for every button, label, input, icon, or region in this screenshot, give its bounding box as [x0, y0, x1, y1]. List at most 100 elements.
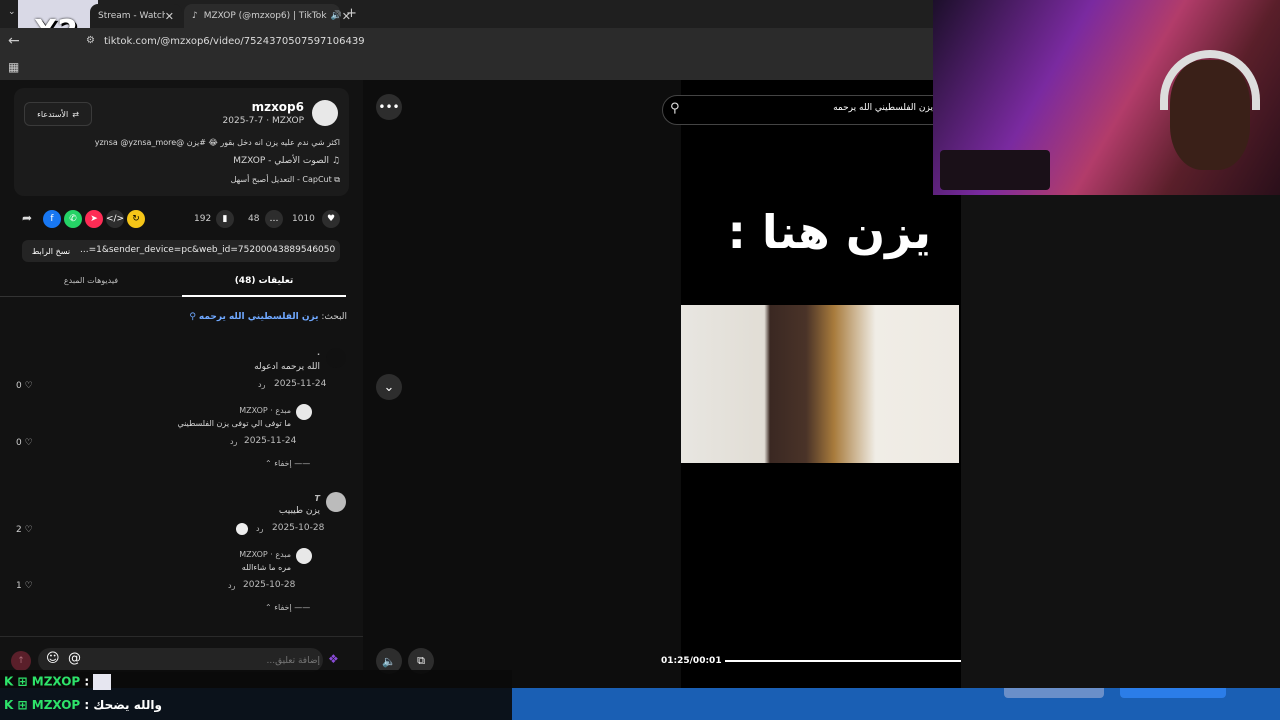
tab-label: MZXOP (@mzxop6) | TikTok — [203, 11, 327, 21]
tab-label: Stream - Watch l — [98, 11, 165, 21]
send-icon: ➤ — [90, 214, 98, 224]
heart-outline-icon: ♡ — [24, 525, 33, 535]
right-blank-area — [961, 195, 1280, 688]
whatsapp-button[interactable]: ✆ — [64, 210, 82, 228]
search-hint[interactable]: البحث: يزن الفلسطيني الله يرحمه ⚲ — [22, 312, 347, 322]
browser-tab-tiktok[interactable]: ♪ MZXOP (@mzxop6) | TikTok 🔊 ✕ — [184, 4, 351, 28]
capcut-row[interactable]: ⧉ CapCut - التعديل أصبح أسهل — [22, 175, 340, 185]
tab-list-chevron-icon[interactable]: ⌄ — [8, 7, 16, 17]
reply-author[interactable]: MZXOP · مبدع — [200, 550, 291, 559]
reply-author[interactable]: MZXOP · مبدع — [200, 406, 291, 415]
comment-button[interactable]: … — [265, 210, 283, 228]
emoji-icon[interactable]: ☺ — [46, 651, 60, 666]
reply-link[interactable]: رد — [256, 524, 263, 533]
creator-avatar[interactable] — [312, 100, 338, 126]
like-count-value: 2 — [16, 525, 22, 535]
reply-link[interactable]: رد — [228, 581, 235, 590]
copy-link-button[interactable]: نسخ الرابط — [26, 244, 76, 260]
bookmark-icon: ▮ — [222, 214, 228, 224]
share-coin-button[interactable]: ↻ — [127, 210, 145, 228]
share-friends-button[interactable]: ➤ — [85, 210, 103, 228]
avatar[interactable] — [326, 492, 346, 512]
back-arrow-icon[interactable]: ← — [8, 33, 20, 49]
post-meta: 2025-7-7 · MZXOP — [222, 116, 304, 126]
avatar[interactable] — [326, 348, 346, 368]
taskbar-item[interactable] — [1120, 688, 1226, 698]
music-note-icon: ♫ — [329, 156, 340, 166]
search-hint-prefix: البحث: — [321, 312, 347, 322]
creator-username[interactable]: mzxop6 — [230, 100, 304, 114]
follow-label: الأستدعاء — [37, 109, 69, 119]
pip-icon: ⧉ — [417, 654, 425, 667]
hide-replies-button[interactable]: ⌃ إخفاء —— — [265, 459, 310, 468]
search-input-text[interactable]: يزن الفلسطيني الله يرحمه — [700, 103, 933, 113]
comment-like-count[interactable]: 0 ♡ — [16, 381, 33, 391]
post-comment-button[interactable]: ↑ — [11, 651, 31, 671]
like-count-value: 0 — [16, 438, 22, 448]
comment-like-count[interactable]: 2 ♡ — [16, 525, 33, 535]
more-options-button[interactable]: ••• — [376, 94, 402, 120]
tab-creator-videos[interactable]: فيديوهات المبدع — [0, 276, 182, 285]
avatar[interactable] — [296, 548, 312, 564]
chevron-up-icon: ⌃ — [265, 459, 275, 468]
comment-count: 48 — [248, 214, 260, 224]
heart-outline-icon: ♡ — [24, 581, 33, 591]
share-arrow-icon[interactable]: ➦ — [22, 211, 32, 225]
comment-author[interactable]: . — [240, 348, 320, 357]
comment-text: الله يرحمه ادعوله — [254, 362, 320, 372]
tab-comments[interactable]: (48) تعليقات — [182, 276, 346, 286]
chat-emote — [93, 674, 112, 690]
like-count-value: 0 — [16, 381, 22, 391]
search-icon[interactable]: ⚲ — [670, 101, 680, 116]
hide-replies-button[interactable]: ⌃ إخفاء —— — [265, 603, 310, 612]
like-button[interactable]: ♥ — [322, 210, 340, 228]
keyboard-image — [940, 150, 1050, 190]
kick-icon: K — [4, 674, 14, 689]
comment-text: يزن طيبيب — [278, 506, 320, 516]
follow-button[interactable]: الأستدعاء ⇄ — [24, 102, 92, 126]
user-badge-icon: ⊞ — [17, 674, 28, 689]
heart-outline-icon: ♡ — [24, 438, 33, 448]
video-clip-frame — [681, 305, 959, 463]
video-caption: اكثر شي ندم عليه يزن انه دخل بقور 😂 #يزن… — [94, 138, 340, 147]
comment-author[interactable]: T — [240, 494, 320, 503]
browser-tab-stream[interactable]: Stream - Watch l ✕ — [90, 4, 182, 28]
comment-like-count[interactable]: 0 ♡ — [16, 438, 33, 448]
reply-link[interactable]: رد — [258, 380, 265, 389]
apps-grid-icon[interactable]: ▦ — [8, 60, 19, 74]
facebook-button[interactable]: f — [43, 210, 61, 228]
mention-icon[interactable]: @ — [68, 651, 81, 666]
chat-message: والله يضحك — [93, 698, 162, 712]
user-badge-icon: ⊞ — [17, 698, 28, 712]
embed-button[interactable]: </> — [106, 210, 124, 228]
reply-date: 2025-11-24 — [244, 436, 297, 446]
chat-username: MZXOP — [31, 698, 81, 712]
search-icon: ⚲ — [189, 312, 196, 322]
video-progress-track[interactable] — [725, 660, 981, 662]
hide-label: إخفاء — [274, 603, 292, 612]
comment-date: 2025-10-28 — [272, 523, 325, 533]
close-icon[interactable]: ✕ — [165, 10, 174, 23]
video-side-area — [363, 80, 681, 688]
avatar[interactable] — [296, 404, 312, 420]
capcut-label: CapCut - التعديل أصبح أسهل — [230, 175, 332, 184]
save-count: 192 — [194, 214, 212, 224]
new-tab-button[interactable]: + — [346, 6, 357, 21]
reply-date: 2025-10-28 — [243, 580, 296, 590]
sound-row[interactable]: ♫ الصوت الأصلي - MZXOP — [22, 156, 340, 166]
heart-icon: ♥ — [326, 214, 336, 224]
reply-link[interactable]: رد — [230, 437, 237, 446]
url-field[interactable]: tiktok.com/@mzxop6/video/752437050759710… — [84, 33, 1004, 51]
comment-input[interactable] — [90, 651, 322, 671]
save-button[interactable]: ▮ — [216, 210, 234, 228]
next-video-button[interactable]: ⌄ — [376, 374, 402, 400]
video-time: 01:25/00:01 — [661, 656, 722, 666]
site-info-icon[interactable]: ⚙ — [86, 35, 95, 46]
taskbar-item[interactable] — [1004, 688, 1104, 698]
speaker-icon: 🔊 — [330, 11, 342, 21]
sound-label: الصوت الأصلي - MZXOP — [233, 156, 330, 166]
link-value[interactable]: ...=1&sender_device=pc&web_id=7520004388… — [80, 245, 336, 255]
comment-like-count[interactable]: 1 ♡ — [16, 581, 33, 591]
code-icon: </> — [105, 214, 125, 224]
video-overlay-text: يزن هنا : — [727, 205, 931, 259]
